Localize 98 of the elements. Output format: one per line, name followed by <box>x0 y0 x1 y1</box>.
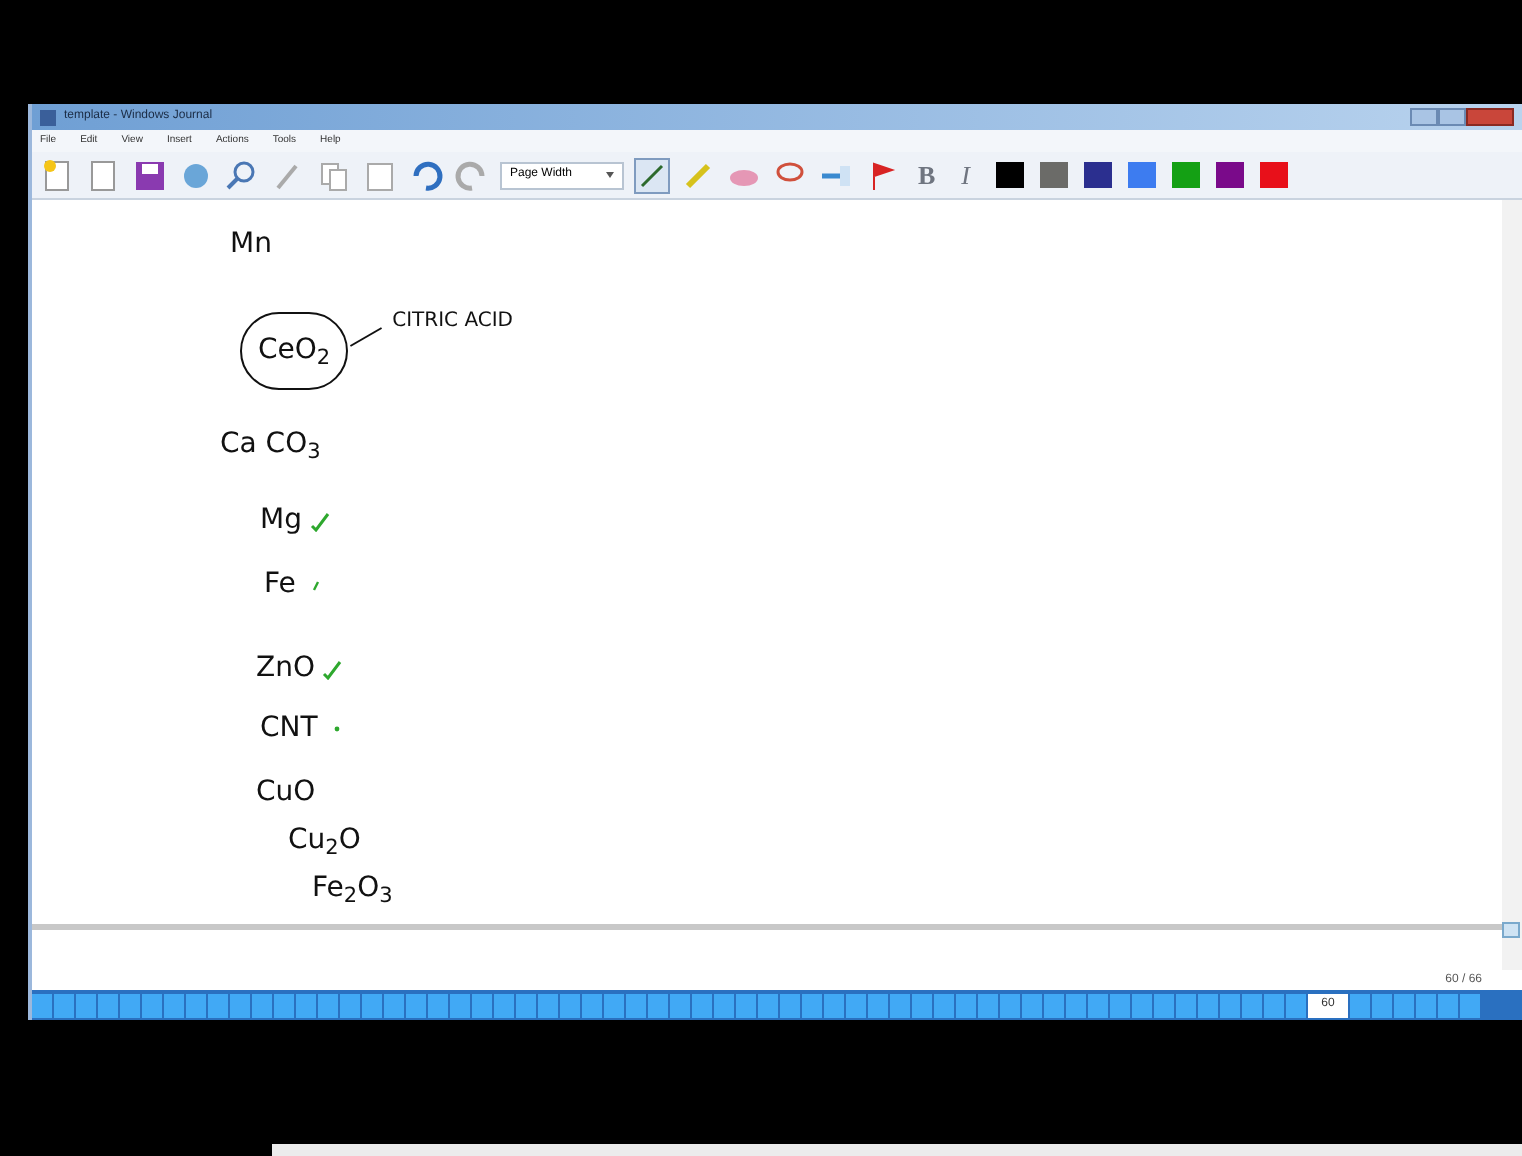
page-tile[interactable] <box>1220 993 1240 1017</box>
copy-icon[interactable] <box>316 157 352 193</box>
italic-button[interactable]: I <box>953 155 979 195</box>
page-tile[interactable] <box>1438 993 1458 1017</box>
handwritten-note: Fe$_{2}$O$_{3}$ <box>312 870 393 910</box>
page-tile[interactable] <box>230 993 250 1017</box>
page-tile[interactable] <box>428 993 448 1017</box>
color-swatch[interactable] <box>1084 162 1113 188</box>
maximize-button[interactable] <box>1438 108 1466 126</box>
page-tile[interactable] <box>604 993 624 1017</box>
page-tile[interactable] <box>846 993 866 1017</box>
page-tile[interactable] <box>1394 993 1414 1017</box>
page-tile[interactable] <box>384 993 404 1017</box>
page-tile[interactable] <box>164 993 184 1017</box>
page-tile[interactable] <box>516 993 536 1017</box>
handwritten-note: CNT <box>260 710 318 748</box>
page-tile[interactable] <box>978 993 998 1017</box>
page-tile[interactable] <box>934 993 954 1017</box>
page-tile[interactable] <box>890 993 910 1017</box>
caret-icon <box>606 172 614 178</box>
color-swatch[interactable] <box>1216 162 1245 188</box>
vertical-scrollbar[interactable] <box>1502 200 1522 970</box>
bold-button[interactable]: B <box>910 155 944 195</box>
page-tile[interactable] <box>1110 993 1130 1017</box>
app-icon <box>40 109 56 125</box>
color-swatch[interactable] <box>1128 162 1157 188</box>
clipboard-icon[interactable] <box>362 157 398 193</box>
page-tile[interactable] <box>1460 993 1480 1017</box>
page-tile[interactable] <box>274 993 294 1017</box>
page-tile[interactable] <box>1372 993 1392 1017</box>
handwritten-note: Fe <box>264 566 296 604</box>
page-tile[interactable] <box>802 993 822 1017</box>
page-tile[interactable] <box>1066 993 1086 1017</box>
page-tile[interactable] <box>208 993 228 1017</box>
page-tile[interactable] <box>1022 993 1042 1017</box>
search-icon[interactable] <box>224 157 260 193</box>
page-tile[interactable] <box>362 993 382 1017</box>
page-tile[interactable] <box>1132 993 1152 1017</box>
page-tile[interactable] <box>1264 993 1284 1017</box>
page-tile[interactable] <box>98 993 118 1017</box>
color-swatch[interactable] <box>996 162 1025 188</box>
page-tile[interactable] <box>912 993 932 1017</box>
page-tile[interactable] <box>1044 993 1064 1017</box>
page-tile[interactable] <box>1286 993 1306 1017</box>
page-tile[interactable] <box>1154 993 1174 1017</box>
color-swatch[interactable] <box>1260 162 1289 188</box>
page-tile[interactable] <box>186 993 206 1017</box>
handwritten-note: Mg <box>260 502 302 540</box>
handwritten-note: ZnO <box>256 650 315 688</box>
handwritten-note: Cu$_{2}$O <box>288 822 361 862</box>
scroll-thumb[interactable] <box>1502 922 1520 938</box>
page-tile[interactable] <box>142 993 162 1017</box>
undo-icon[interactable] <box>408 157 444 193</box>
page-tile[interactable] <box>648 993 668 1017</box>
page-tile[interactable] <box>1350 993 1370 1017</box>
page-tile[interactable] <box>1176 993 1196 1017</box>
page-tile[interactable] <box>1242 993 1262 1017</box>
page-tile[interactable] <box>670 993 690 1017</box>
page-tile[interactable] <box>1416 993 1436 1017</box>
page-tile[interactable] <box>736 993 756 1017</box>
page-tile[interactable] <box>758 993 778 1017</box>
page-tile[interactable] <box>76 993 96 1017</box>
page-tile[interactable] <box>956 993 976 1017</box>
color-swatch[interactable] <box>1172 162 1201 188</box>
handwritten-note: CeO$_{2}$ <box>240 312 349 390</box>
handwritten-note: CuO <box>256 774 316 812</box>
page-tile[interactable] <box>472 993 492 1017</box>
page-tile[interactable] <box>1000 993 1020 1017</box>
page-tile[interactable] <box>32 993 52 1017</box>
save-icon[interactable] <box>132 157 168 193</box>
minimize-button[interactable] <box>1410 108 1438 126</box>
page-tile[interactable] <box>824 993 844 1017</box>
page-tile[interactable] <box>494 993 514 1017</box>
page-tile[interactable] <box>692 993 712 1017</box>
page-tile[interactable] <box>626 993 646 1017</box>
redo-icon[interactable] <box>454 157 490 193</box>
page-tile[interactable] <box>714 993 734 1017</box>
page-tile[interactable] <box>582 993 602 1017</box>
page-tile[interactable] <box>318 993 338 1017</box>
page-tile[interactable] <box>120 993 140 1017</box>
page-tile[interactable] <box>868 993 888 1017</box>
page-tile[interactable] <box>406 993 426 1017</box>
page-tile[interactable] <box>340 993 360 1017</box>
page-tile[interactable] <box>450 993 470 1017</box>
handwritten-note: Mn <box>230 226 272 264</box>
color-swatch[interactable] <box>1040 162 1069 188</box>
page-tile[interactable] <box>780 993 800 1017</box>
page-tile[interactable] <box>1088 993 1108 1017</box>
handwritten-annotation: CITRIC ACID <box>392 308 514 336</box>
page-tile[interactable] <box>54 993 74 1017</box>
page-tile[interactable] <box>560 993 580 1017</box>
pen-icon[interactable] <box>634 157 670 193</box>
page-tile[interactable] <box>1198 993 1218 1017</box>
page-tile[interactable] <box>296 993 316 1017</box>
close-button[interactable] <box>1466 108 1514 126</box>
page-tile[interactable] <box>538 993 558 1017</box>
handwritten-note: Ca CO$_{3}$ <box>220 426 321 466</box>
page-tile[interactable] <box>252 993 272 1017</box>
